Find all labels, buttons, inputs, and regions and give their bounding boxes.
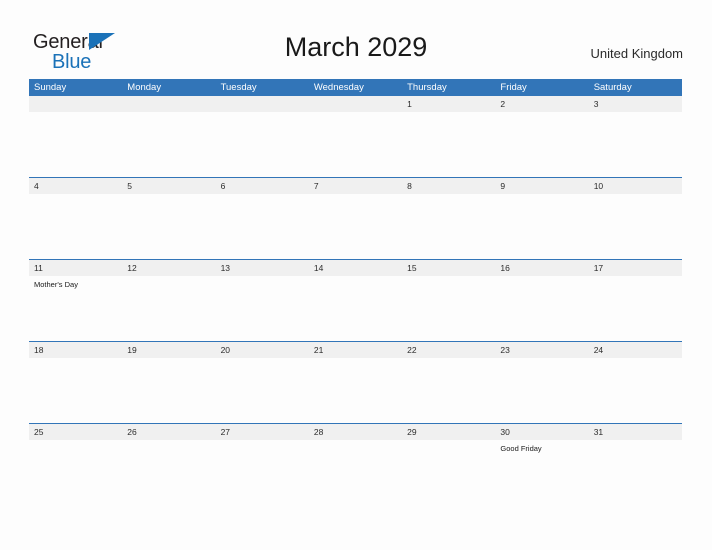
day-event (495, 276, 588, 341)
week-row: 25 26 27 28 29 30 31 Good Friday (29, 423, 682, 505)
weekday-tuesday: Tuesday (220, 82, 257, 93)
week-row: 4 5 6 7 8 9 10 (29, 177, 682, 259)
calendar-page: General Blue March 2029 United Kingdom S… (0, 0, 712, 550)
date-number[interactable]: 6 (216, 178, 309, 194)
day-event (216, 276, 309, 341)
weekday-saturday: Saturday (593, 82, 632, 93)
week-event-band: Good Friday (29, 440, 682, 505)
day-event: Good Friday (500, 444, 542, 453)
country-label: United Kingdom (590, 46, 684, 61)
weekday-sunday: Sunday (34, 82, 67, 93)
date-number[interactable]: 16 (495, 260, 588, 276)
date-number[interactable]: 26 (122, 424, 215, 440)
day-event (122, 112, 215, 177)
date-number[interactable]: 18 (29, 342, 122, 358)
day-event (216, 112, 309, 177)
date-number[interactable] (122, 96, 215, 112)
week-date-band: 18 19 20 21 22 23 24 (29, 342, 682, 358)
week-event-band (29, 194, 682, 259)
date-number[interactable]: 4 (29, 178, 122, 194)
date-number[interactable]: 23 (495, 342, 588, 358)
day-event (402, 276, 495, 341)
week-date-band: 11 12 13 14 15 16 17 (29, 260, 682, 276)
day-event (589, 112, 682, 177)
day-event (29, 440, 122, 505)
day-event (589, 358, 682, 423)
day-event (589, 276, 682, 341)
date-number[interactable]: 2 (495, 96, 588, 112)
date-number[interactable]: 1 (402, 96, 495, 112)
date-number[interactable]: 29 (402, 424, 495, 440)
week-event-band (29, 358, 682, 423)
day-event (309, 440, 402, 505)
day-event (29, 112, 122, 177)
day-event (495, 112, 588, 177)
date-number[interactable]: 14 (309, 260, 402, 276)
date-number[interactable]: 19 (122, 342, 215, 358)
date-number[interactable] (29, 96, 122, 112)
date-number[interactable]: 31 (589, 424, 682, 440)
date-number[interactable]: 24 (589, 342, 682, 358)
date-number[interactable]: 9 (495, 178, 588, 194)
day-event (495, 358, 588, 423)
week-row: 11 12 13 14 15 16 17 Mother's Day (29, 259, 682, 341)
weekday-thursday: Thursday (407, 82, 447, 93)
date-number[interactable]: 8 (402, 178, 495, 194)
week-row: 18 19 20 21 22 23 24 (29, 341, 682, 423)
day-event (589, 194, 682, 259)
day-event (402, 112, 495, 177)
day-event (122, 358, 215, 423)
date-number[interactable]: 25 (29, 424, 122, 440)
date-number[interactable]: 5 (122, 178, 215, 194)
day-event (122, 440, 215, 505)
date-number[interactable]: 3 (589, 96, 682, 112)
weekday-friday: Friday (500, 82, 527, 93)
week-row: 1 2 3 (29, 96, 682, 177)
day-event (589, 440, 682, 505)
week-date-band: 4 5 6 7 8 9 10 (29, 178, 682, 194)
day-event (122, 276, 215, 341)
day-event (29, 194, 122, 259)
date-number[interactable]: 12 (122, 260, 215, 276)
weekday-wednesday: Wednesday (313, 82, 364, 93)
weekday-monday: Monday (127, 82, 162, 93)
day-event (29, 358, 122, 423)
date-number[interactable]: 28 (309, 424, 402, 440)
date-number[interactable]: 21 (309, 342, 402, 358)
day-event (402, 440, 495, 505)
day-event (216, 440, 309, 505)
day-event (402, 194, 495, 259)
week-event-band: Mother's Day (29, 276, 682, 341)
day-event (122, 194, 215, 259)
date-number[interactable] (309, 96, 402, 112)
day-event (309, 112, 402, 177)
date-number[interactable]: 11 (29, 260, 122, 276)
date-number[interactable]: 22 (402, 342, 495, 358)
date-number[interactable]: 7 (309, 178, 402, 194)
weekday-header-row: Sunday Monday Tuesday Wednesday Thursday… (29, 79, 682, 96)
date-number[interactable]: 15 (402, 260, 495, 276)
day-event: Mother's Day (34, 280, 78, 289)
page-header: General Blue March 2029 United Kingdom (0, 0, 712, 78)
day-event (216, 358, 309, 423)
date-number[interactable]: 13 (216, 260, 309, 276)
date-number[interactable]: 20 (216, 342, 309, 358)
date-number[interactable]: 27 (216, 424, 309, 440)
date-number[interactable] (216, 96, 309, 112)
calendar-grid: Sunday Monday Tuesday Wednesday Thursday… (29, 79, 682, 505)
day-event (309, 194, 402, 259)
day-event (402, 358, 495, 423)
day-event (216, 194, 309, 259)
date-number[interactable]: 10 (589, 178, 682, 194)
week-date-band: 1 2 3 (29, 96, 682, 112)
date-number[interactable]: 30 (495, 424, 588, 440)
week-event-band (29, 112, 682, 177)
date-number[interactable]: 17 (589, 260, 682, 276)
day-event (495, 194, 588, 259)
day-event (309, 358, 402, 423)
week-date-band: 25 26 27 28 29 30 31 (29, 424, 682, 440)
day-event (309, 276, 402, 341)
